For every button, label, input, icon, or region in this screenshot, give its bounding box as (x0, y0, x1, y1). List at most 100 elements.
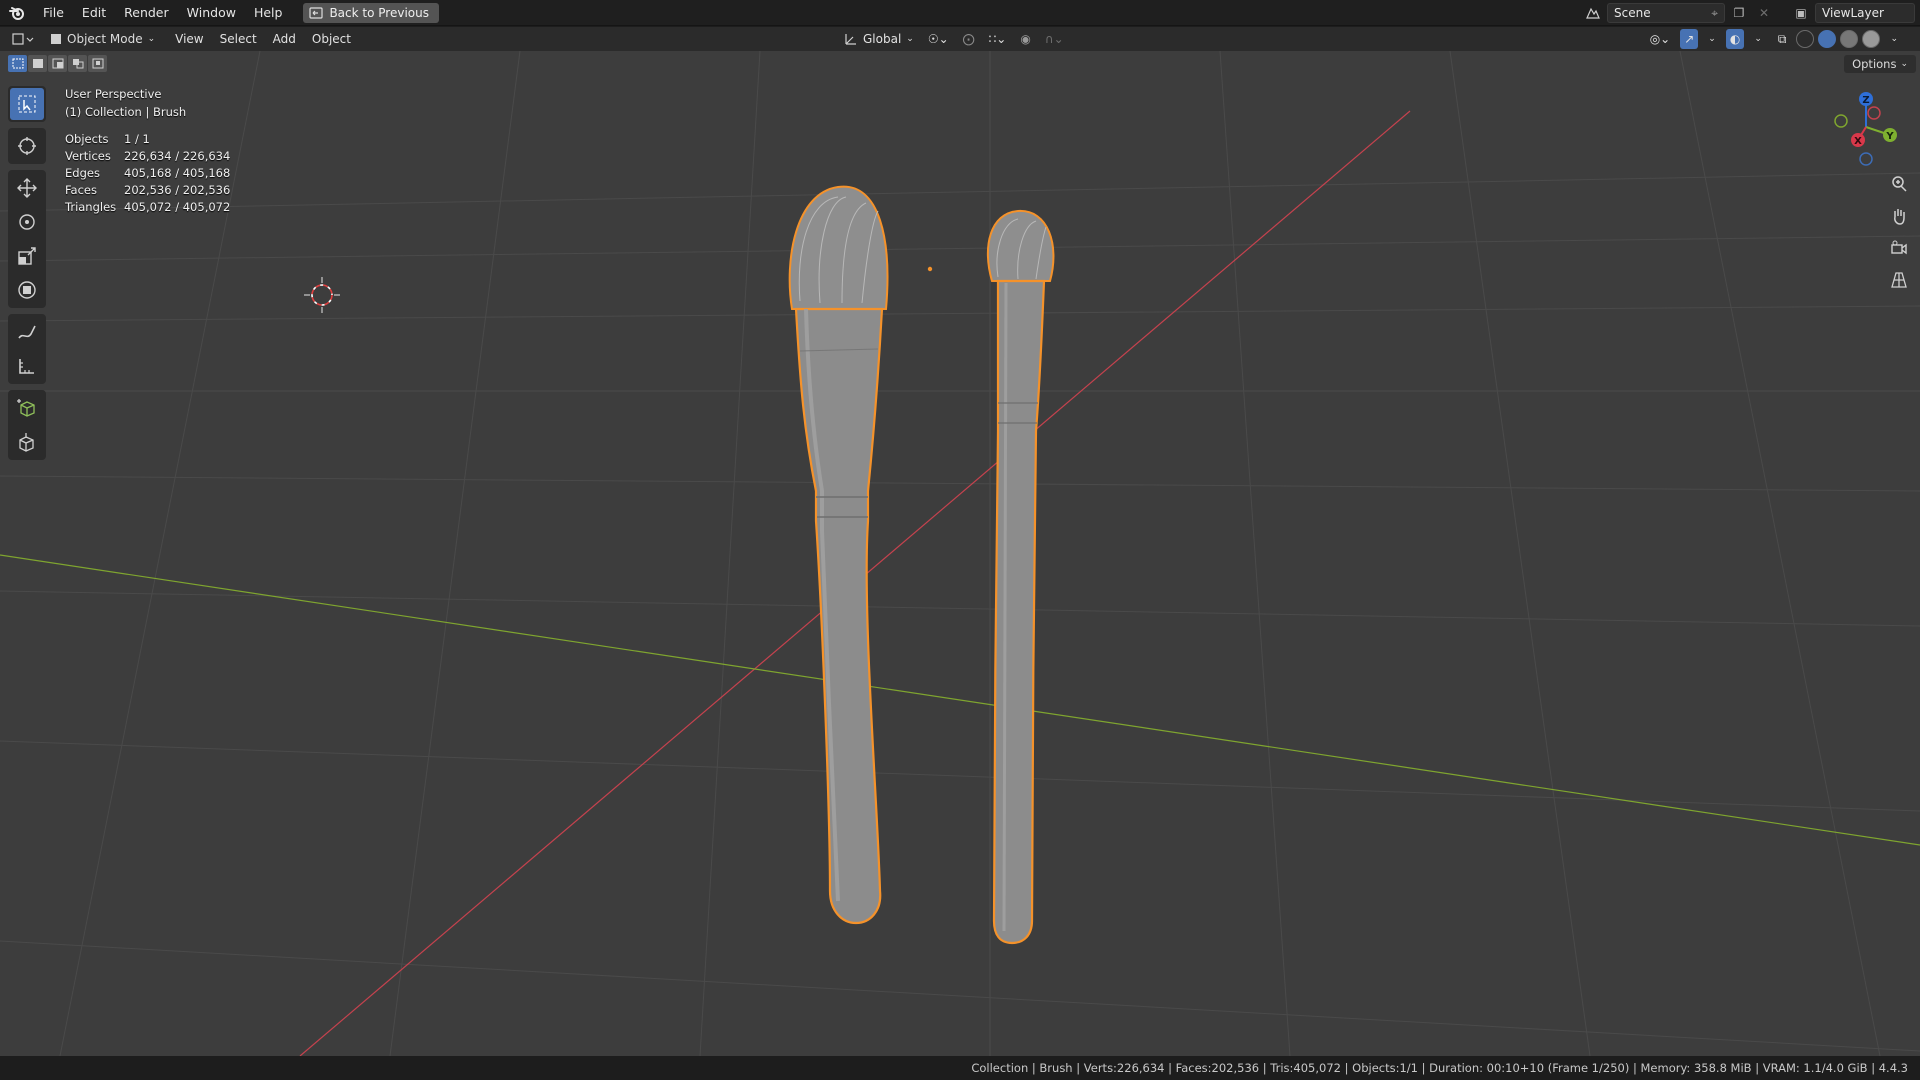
xray-icon[interactable]: ⧉ (1772, 29, 1793, 49)
menu-select[interactable]: Select (214, 29, 263, 49)
select-intersect-icon[interactable] (88, 55, 107, 72)
perspective-toggle-icon[interactable] (1886, 267, 1912, 293)
stat-row: Objects 1 / 1 (65, 131, 230, 148)
stat-label: Edges (65, 166, 100, 180)
viewport-overlay-info: User Perspective (1) Collection | Brush (65, 85, 186, 121)
menu-view[interactable]: View (169, 29, 209, 49)
chevron-down-icon: ⌄ (1900, 59, 1908, 69)
scene-selector-area: Scene ⌖ ❐ ✕ ▣ ViewLayer ❐ ✕ (1582, 3, 1920, 23)
editor-type-icon[interactable] (6, 29, 40, 49)
zoom-icon[interactable] (1886, 171, 1912, 197)
object-mode-label: Object Mode (67, 32, 143, 46)
gizmo-x-label: X (1854, 136, 1862, 147)
select-new-icon[interactable] (8, 55, 27, 72)
menu-render[interactable]: Render (115, 0, 178, 26)
tool-group-transform (8, 170, 46, 308)
status-info: Collection | Brush | Verts:226,634 | Fac… (971, 1061, 1908, 1075)
object-mode-icon (51, 34, 61, 44)
view-name: User Perspective (65, 87, 162, 101)
stat-label: Objects (65, 132, 109, 146)
camera-view-icon[interactable] (1886, 235, 1912, 261)
menu-help[interactable]: Help (245, 0, 292, 26)
scene-statistics: Objects 1 / 1 Vertices 226,634 / 226,634 E… (65, 131, 230, 216)
extrude-tool-icon[interactable] (10, 426, 44, 458)
pin-icon[interactable]: ⌖ (1711, 6, 1718, 21)
delete-scene-icon[interactable]: ✕ (1753, 3, 1775, 23)
stat-value: 1 / 1 (124, 132, 150, 146)
transform-tool-icon[interactable] (10, 274, 44, 306)
stat-row: Faces 202,536 / 202,536 (65, 182, 230, 199)
back-to-previous-label: Back to Previous (329, 5, 429, 20)
menu-file[interactable]: File (34, 0, 73, 26)
view-layer-icon[interactable]: ▣ (1790, 3, 1812, 23)
pan-hand-icon[interactable] (1886, 203, 1912, 229)
measure-tool-icon[interactable] (10, 350, 44, 382)
snap-target-icon[interactable]: ∷⌄ (983, 29, 1013, 49)
stat-value: 226,634 / 226,634 (124, 149, 231, 163)
stat-value: 405,072 / 405,072 (124, 200, 231, 214)
brush-object-large[interactable] (788, 185, 889, 925)
menu-window[interactable]: Window (178, 0, 245, 26)
menu-object[interactable]: Object (306, 29, 357, 49)
viewport-header: Object Mode ⌄ View Select Add Object Glo… (0, 27, 1920, 51)
shading-dropdown-icon[interactable]: ⌄ (1884, 29, 1904, 49)
scene-icon[interactable] (1582, 3, 1604, 23)
status-bar: Collection | Brush | Verts:226,634 | Fac… (0, 1056, 1920, 1080)
select-invert-icon[interactable] (68, 55, 87, 72)
active-collection: (1) Collection | Brush (65, 105, 187, 119)
material-shading-icon[interactable] (1840, 30, 1859, 48)
rendered-shading-icon[interactable] (1862, 30, 1881, 48)
stat-row: Vertices 226,634 / 226,634 (65, 148, 230, 165)
select-subtract-icon[interactable] (48, 55, 67, 72)
rotate-tool-icon[interactable] (10, 206, 44, 238)
object-mode-dropdown[interactable]: Object Mode ⌄ (44, 29, 162, 49)
cursor-tool-icon[interactable] (10, 130, 44, 162)
visibility-icon[interactable]: ◎⌄ (1644, 29, 1677, 49)
add-cube-tool-icon[interactable] (10, 392, 44, 424)
tool-shelf (8, 86, 46, 464)
floor-grid (0, 51, 1920, 1056)
scene-name-field[interactable]: Scene ⌖ (1607, 3, 1725, 23)
menu-add[interactable]: Add (267, 29, 302, 49)
tool-group-cursor (8, 128, 46, 164)
menu-edit[interactable]: Edit (73, 0, 115, 26)
solid-shading-icon[interactable] (1818, 30, 1837, 48)
3d-cursor-icon[interactable] (304, 277, 340, 313)
move-tool-icon[interactable] (10, 172, 44, 204)
new-scene-icon[interactable]: ❐ (1728, 3, 1750, 23)
gizmo-toggle-icon[interactable]: ↗ (1680, 29, 1699, 49)
tool-group-add (8, 390, 46, 460)
gizmo-dropdown-icon[interactable]: ⌄ (1702, 29, 1722, 49)
wireframe-shading-icon[interactable] (1796, 30, 1815, 48)
annotate-tool-icon[interactable] (10, 316, 44, 348)
transform-orientation-dropdown[interactable]: Global ⌄ (838, 29, 920, 49)
back-to-previous-button[interactable]: Back to Previous (303, 2, 439, 23)
top-menu-bar: File Edit Render Window Help Back to Pre… (0, 0, 1920, 26)
scene-name: Scene (1614, 6, 1651, 20)
overlays-dropdown-icon[interactable]: ⌄ (1748, 29, 1768, 49)
gizmo-z-label: Z (1862, 95, 1869, 106)
pivot-point-icon[interactable]: ☉⌄ (922, 29, 955, 49)
options-dropdown[interactable]: Options ⌄ (1844, 55, 1916, 73)
brush-object-small[interactable] (986, 209, 1055, 945)
proportional-edit-icon[interactable]: ◉ (1014, 29, 1036, 49)
blender-logo-icon[interactable] (0, 0, 34, 26)
viewport-display-tools: ◎⌄ ↗ ⌄ ◐ ⌄ ⧉ ⌄ (1644, 29, 1904, 49)
select-extend-icon[interactable] (28, 55, 47, 72)
stat-value: 202,536 / 202,536 (124, 183, 231, 197)
selection-mode-buttons (8, 55, 107, 72)
overlays-icon[interactable]: ◐ (1725, 29, 1745, 49)
stat-value: 405,168 / 405,168 (124, 166, 231, 180)
scale-tool-icon[interactable] (10, 240, 44, 272)
gizmo-y-label: Y (1885, 131, 1894, 142)
snap-icon[interactable]: ⨀ (957, 29, 981, 49)
chevron-down-icon: ⌄ (147, 34, 156, 44)
stat-label: Vertices (65, 149, 111, 163)
screen-back-icon (309, 6, 324, 19)
view-layer-field[interactable]: ViewLayer (1815, 3, 1915, 23)
falloff-icon[interactable]: ∩⌄ (1039, 29, 1070, 49)
navigation-gizmo[interactable]: Z Y X (1826, 87, 1906, 167)
tool-group-annotate (8, 314, 46, 384)
3d-viewport[interactable]: Options ⌄ User Perspective (1) Collectio… (0, 51, 1920, 1056)
select-box-tool-icon[interactable] (10, 88, 44, 120)
